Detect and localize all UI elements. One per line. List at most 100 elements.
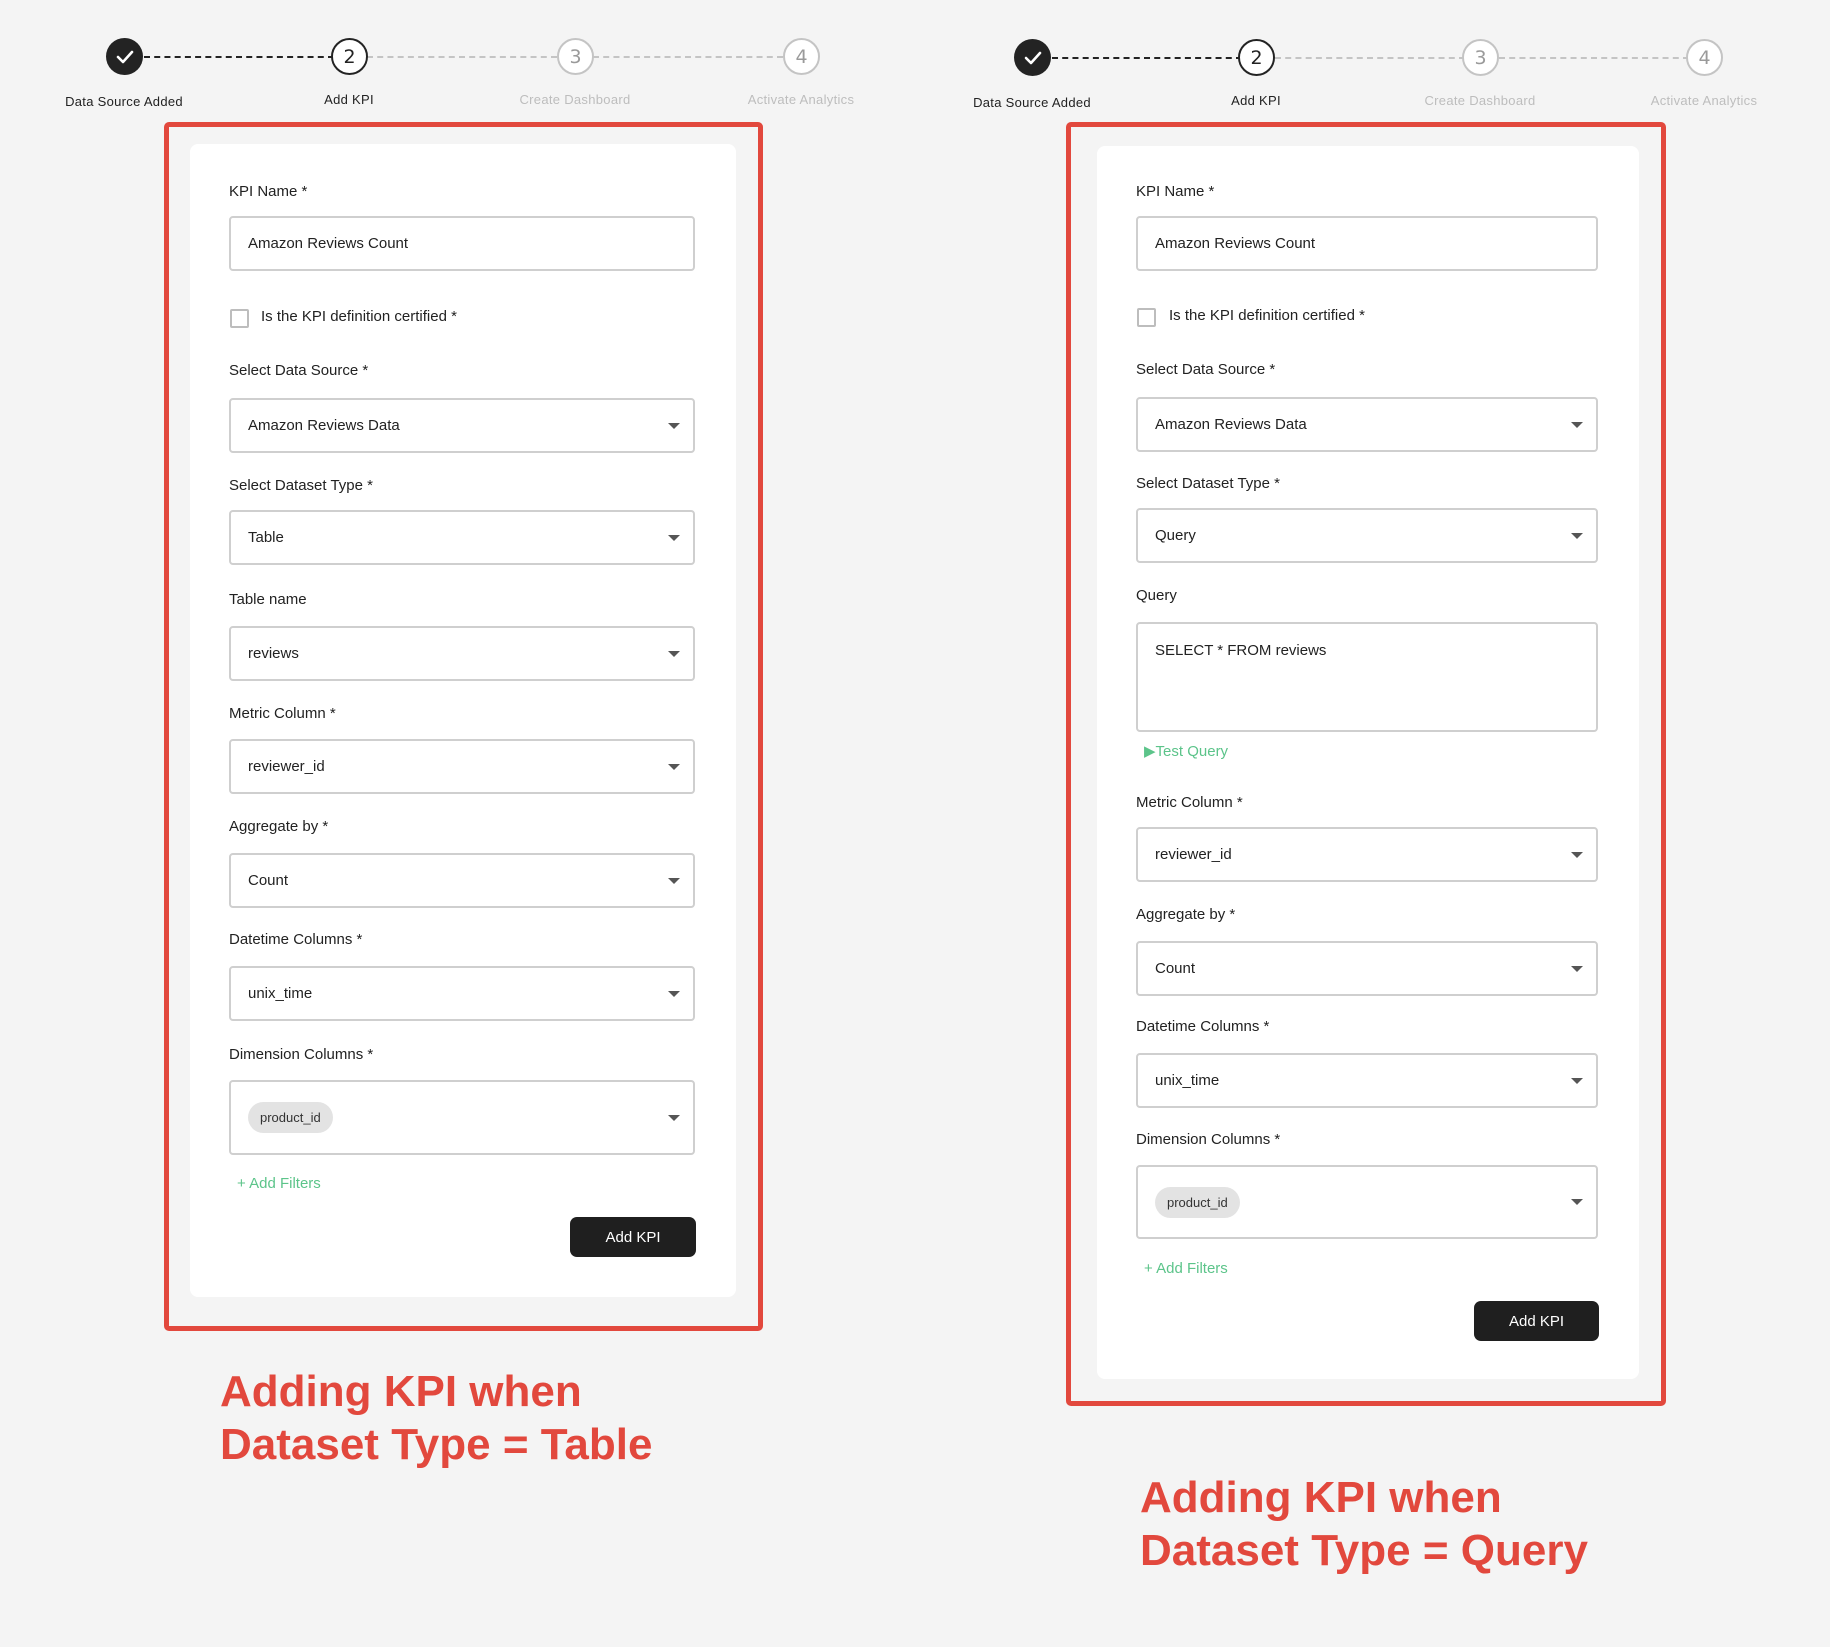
caption-line-1: Adding KPI when — [220, 1367, 582, 1416]
caption-line-2: Dataset Type = Table — [220, 1420, 653, 1469]
step-4-label: Activate Analytics — [747, 92, 855, 107]
caret-down-icon — [668, 650, 680, 657]
step-1-circle[interactable] — [106, 38, 143, 75]
caret-down-icon — [1571, 1077, 1583, 1084]
step-connector — [593, 56, 783, 58]
query-text: SELECT * FROM reviews — [1155, 642, 1327, 659]
caret-down-icon — [1571, 851, 1583, 858]
step-number: 4 — [1698, 46, 1711, 69]
caret-down-icon — [1571, 421, 1583, 428]
step-4-circle[interactable]: 4 — [1686, 39, 1723, 76]
step-2-label: Add KPI — [324, 92, 374, 107]
check-icon — [1024, 51, 1041, 64]
query-label: Query — [1136, 587, 1177, 604]
aggregate-select[interactable]: Count — [229, 853, 695, 908]
caret-down-icon — [668, 534, 680, 541]
metric-column-select[interactable]: reviewer_id — [229, 739, 695, 794]
step-connector — [1275, 57, 1465, 59]
step-2-label: Add KPI — [1231, 93, 1281, 108]
caret-down-icon — [668, 763, 680, 770]
certified-checkbox[interactable] — [230, 309, 249, 328]
datetime-label: Datetime Columns * — [1136, 1018, 1270, 1035]
select-value: unix_time — [1155, 1072, 1220, 1089]
dimension-chip[interactable]: product_id — [1155, 1186, 1240, 1218]
query-textarea[interactable]: SELECT * FROM reviews — [1136, 622, 1598, 732]
select-value: reviewer_id — [1155, 846, 1232, 863]
select-value: Amazon Reviews Data — [1155, 416, 1307, 433]
caret-down-icon — [1571, 1199, 1583, 1205]
kpi-name-label: KPI Name * — [229, 183, 308, 200]
dataset-type-select[interactable]: Query — [1136, 508, 1598, 563]
caret-down-icon — [668, 1114, 680, 1121]
select-value: Amazon Reviews Data — [248, 417, 400, 434]
aggregate-select[interactable]: Count — [1136, 941, 1598, 996]
dimension-select[interactable]: product_id — [1136, 1165, 1598, 1239]
datetime-select[interactable]: unix_time — [229, 966, 695, 1021]
certified-label: Is the KPI definition certified * — [261, 308, 457, 325]
step-connector — [1052, 57, 1242, 59]
dimension-chip[interactable]: product_id — [248, 1102, 333, 1133]
step-connector — [144, 56, 334, 58]
check-icon — [116, 50, 133, 63]
select-value: unix_time — [248, 985, 313, 1002]
step-3-circle[interactable]: 3 — [557, 38, 594, 75]
aggregate-label: Aggregate by * — [1136, 906, 1236, 923]
certified-checkbox[interactable] — [1137, 308, 1156, 327]
add-filters-link[interactable]: + Add Filters — [1144, 1260, 1228, 1277]
step-1-label: Data Source Added — [65, 94, 183, 109]
metric-column-label: Metric Column * — [1136, 794, 1243, 811]
add-filters-link[interactable]: + Add Filters — [237, 1175, 321, 1192]
step-1-label: Data Source Added — [973, 95, 1091, 110]
dimension-label: Dimension Columns * — [229, 1046, 374, 1063]
step-1-circle[interactable] — [1014, 39, 1051, 76]
caption-table: Adding KPI when Dataset Type = Table — [220, 1365, 652, 1471]
select-value: Query — [1155, 527, 1196, 544]
step-2-circle[interactable]: 2 — [1238, 39, 1275, 76]
data-source-select[interactable]: Amazon Reviews Data — [1136, 397, 1598, 452]
dataset-type-select[interactable]: Table — [229, 510, 695, 565]
step-connector — [367, 56, 557, 58]
step-3-label: Create Dashboard — [1424, 93, 1536, 108]
data-source-select[interactable]: Amazon Reviews Data — [229, 398, 695, 453]
kpi-form-table: KPI Name * Amazon Reviews Count Is the K… — [190, 144, 736, 1297]
metric-column-label: Metric Column * — [229, 705, 336, 722]
kpi-form-query: KPI Name * Amazon Reviews Count Is the K… — [1097, 146, 1639, 1379]
datetime-select[interactable]: unix_time — [1136, 1053, 1598, 1108]
step-number: 2 — [1250, 46, 1263, 69]
caption-line-1: Adding KPI when — [1140, 1473, 1502, 1522]
data-source-label: Select Data Source * — [229, 362, 369, 379]
step-2-circle[interactable]: 2 — [331, 38, 368, 75]
caption-query: Adding KPI when Dataset Type = Query — [1140, 1471, 1588, 1577]
step-connector — [1499, 57, 1689, 59]
step-number: 3 — [1474, 46, 1487, 69]
add-kpi-button[interactable]: Add KPI — [1474, 1301, 1599, 1341]
select-value: reviews — [248, 645, 299, 662]
select-value: Table — [248, 529, 284, 546]
caret-down-icon — [668, 990, 680, 997]
add-kpi-button[interactable]: Add KPI — [570, 1217, 696, 1257]
aggregate-label: Aggregate by * — [229, 818, 329, 835]
dataset-type-label: Select Dataset Type * — [229, 477, 373, 494]
data-source-label: Select Data Source * — [1136, 361, 1276, 378]
test-query-link[interactable]: ▶Test Query — [1144, 742, 1228, 760]
input-value: Amazon Reviews Count — [248, 235, 409, 252]
table-name-label: Table name — [229, 591, 307, 608]
metric-column-select[interactable]: reviewer_id — [1136, 827, 1598, 882]
dimension-label: Dimension Columns * — [1136, 1131, 1281, 1148]
step-4-label: Activate Analytics — [1650, 93, 1758, 108]
step-number: 2 — [343, 45, 356, 68]
caret-down-icon — [668, 422, 680, 429]
kpi-name-input[interactable]: Amazon Reviews Count — [229, 216, 695, 271]
step-number: 3 — [569, 45, 582, 68]
dataset-type-label: Select Dataset Type * — [1136, 475, 1280, 492]
step-3-circle[interactable]: 3 — [1462, 39, 1499, 76]
select-value: Count — [1155, 960, 1196, 977]
caret-down-icon — [1571, 532, 1583, 539]
step-4-circle[interactable]: 4 — [783, 38, 820, 75]
step-number: 4 — [795, 45, 808, 68]
table-name-select[interactable]: reviews — [229, 626, 695, 681]
caret-down-icon — [1571, 965, 1583, 972]
dimension-select[interactable]: product_id — [229, 1080, 695, 1155]
input-value: Amazon Reviews Count — [1155, 235, 1316, 252]
kpi-name-input[interactable]: Amazon Reviews Count — [1136, 216, 1598, 271]
